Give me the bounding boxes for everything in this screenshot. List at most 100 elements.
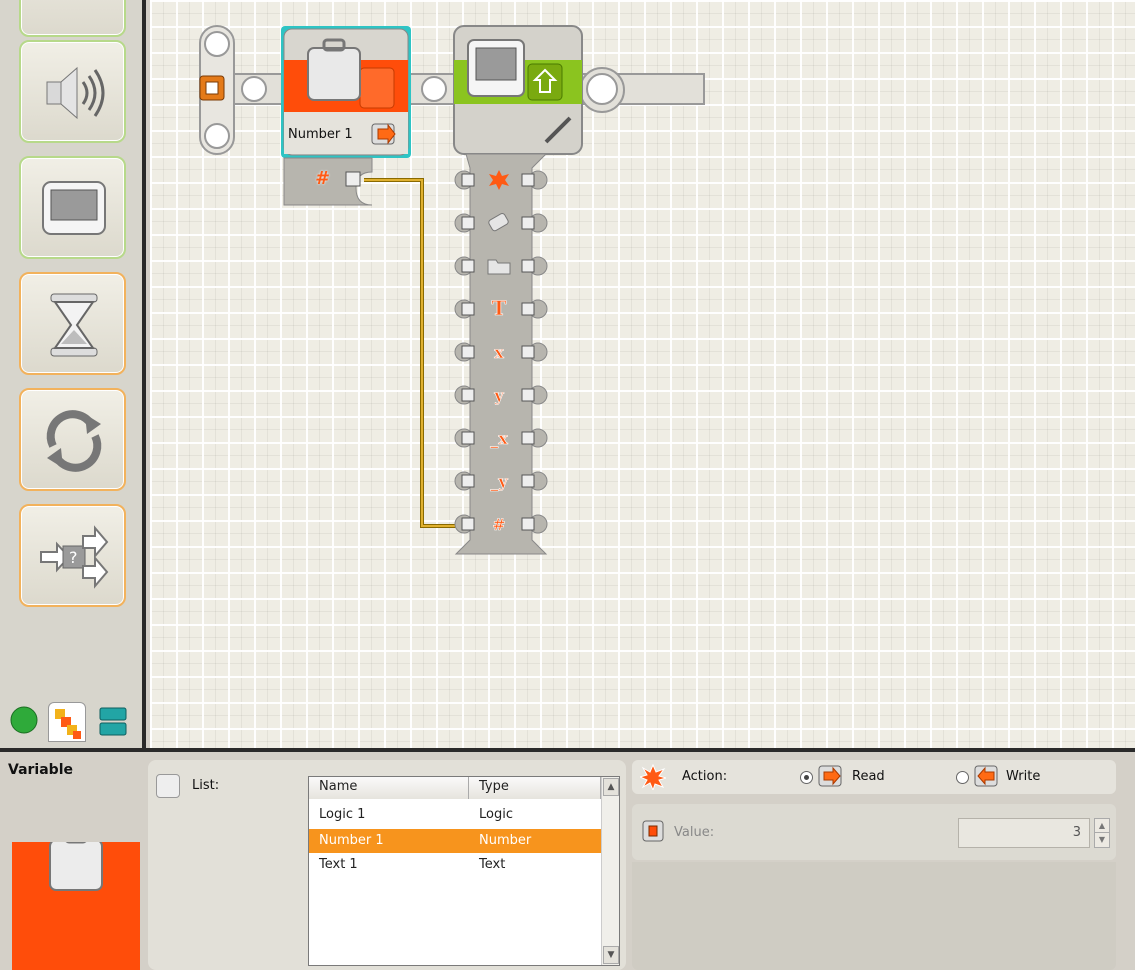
- plug-glyph-x: x: [494, 343, 504, 362]
- list-item-selected[interactable]: Number 1 Number: [309, 829, 601, 853]
- speaker-icon: [46, 66, 105, 120]
- block-palette: ?: [0, 0, 146, 748]
- action-label: Action:: [682, 769, 728, 784]
- number-plug: [345, 171, 361, 187]
- svg-text:?: ?: [69, 548, 78, 567]
- write-radio[interactable]: [956, 771, 969, 784]
- output-plug: [521, 474, 535, 488]
- output-plug: [521, 388, 535, 402]
- action-burst-icon: [640, 764, 666, 790]
- output-plug: [521, 431, 535, 445]
- config-empty-area: [632, 862, 1116, 970]
- value-label: Value:: [674, 825, 715, 840]
- palette-wait-block[interactable]: [19, 272, 126, 375]
- input-plug: [461, 173, 475, 187]
- value-input[interactable]: 3: [958, 818, 1090, 848]
- list-section: List: Name Type Logic 1 Logic Number 1 N…: [148, 760, 626, 970]
- tab-common-palette[interactable]: [6, 702, 44, 742]
- plug-glyph-y: y: [493, 386, 504, 405]
- read-arrow-icon: [818, 765, 842, 787]
- scroll-down-button[interactable]: ▼: [603, 946, 619, 964]
- output-plug: [521, 345, 535, 359]
- item-type: Number: [479, 833, 532, 848]
- input-plug: [461, 517, 475, 531]
- beam-end-connector: [586, 73, 618, 105]
- item-type: Logic: [479, 807, 513, 822]
- list-item[interactable]: Logic 1 Logic: [309, 803, 601, 827]
- hourglass-icon: [50, 293, 98, 357]
- list-header: Name Type: [309, 777, 601, 799]
- palette-sound-block[interactable]: [19, 40, 126, 143]
- hub-plug-y[interactable]: y: [454, 385, 548, 405]
- configuration-panel: Variable List: Name Type Logic 1 Logic N…: [0, 748, 1135, 970]
- list-label: List:: [192, 778, 220, 793]
- plug-glyph-T: T: [492, 296, 507, 320]
- item-name: Logic 1: [319, 807, 366, 822]
- write-arrow-icon: [974, 765, 998, 787]
- hub-plug-x[interactable]: _x: [454, 428, 548, 448]
- action-section: Action: Read Write: [632, 760, 1116, 794]
- write-label[interactable]: Write: [1006, 769, 1040, 784]
- palette-display-block[interactable]: [19, 156, 126, 259]
- list-item[interactable]: Text 1 Text: [309, 853, 601, 877]
- hub-plug-#[interactable]: #: [454, 514, 548, 534]
- program-diagram: Tx y _x _y #: [199, 25, 705, 555]
- input-plug: [461, 302, 475, 316]
- nxt-g-editor: ? T x y _x _y # Number 1 # Variable List…: [0, 0, 1135, 970]
- column-header-name[interactable]: Name: [309, 777, 469, 799]
- hub-plug-T[interactable]: T: [454, 296, 548, 320]
- spin-down-button[interactable]: ▼: [1095, 833, 1109, 847]
- item-type: Text: [479, 857, 506, 872]
- start-point[interactable]: [199, 25, 235, 155]
- input-plug: [461, 216, 475, 230]
- plug-glyph-_y: _y: [490, 472, 508, 491]
- palette-item-top[interactable]: [19, 0, 126, 37]
- list-scrollbar[interactable]: ▲ ▼: [601, 777, 619, 965]
- program-canvas[interactable]: Tx y _x _y # Number 1 #: [150, 0, 1135, 748]
- output-plug: [521, 517, 535, 531]
- spin-up-button[interactable]: ▲: [1095, 819, 1109, 833]
- custom-palette-icon: [99, 707, 127, 736]
- item-name: Number 1: [319, 833, 384, 848]
- variable-block-label: Number 1: [288, 127, 353, 142]
- list-icon: [156, 774, 180, 798]
- palette-tabs: [6, 702, 141, 742]
- green-circle-icon: [10, 706, 38, 734]
- switch-icon: ?: [40, 525, 109, 589]
- value-section: Value: 3 ▲ ▼: [632, 804, 1116, 860]
- plug-glyph-_x: _x: [490, 429, 508, 448]
- palette-switch-block[interactable]: ?: [19, 504, 126, 607]
- block-type-title: Variable: [8, 762, 73, 778]
- tab-custom-palette[interactable]: [92, 702, 130, 742]
- display-icon: [42, 181, 106, 235]
- plug-glyph-#: #: [492, 515, 505, 534]
- hub-plug-y[interactable]: _y: [454, 471, 548, 491]
- variable-list[interactable]: Name Type Logic 1 Logic Number 1 Number …: [308, 776, 620, 966]
- beam-connector: [241, 76, 267, 102]
- briefcase-icon: [307, 47, 361, 101]
- scroll-up-button[interactable]: ▲: [603, 778, 619, 796]
- value-plug-icon: [642, 820, 664, 842]
- output-plug: [521, 216, 535, 230]
- loop-icon: [46, 410, 102, 472]
- palette-loop-block[interactable]: [19, 388, 126, 491]
- input-plug: [461, 474, 475, 488]
- complete-palette-icon: [55, 709, 81, 739]
- input-plug: [461, 259, 475, 273]
- item-name: Text 1: [319, 857, 358, 872]
- input-plug: [461, 345, 475, 359]
- value-spinner[interactable]: ▲ ▼: [1094, 818, 1110, 848]
- column-header-type[interactable]: Type: [469, 777, 601, 799]
- output-plug: [521, 259, 535, 273]
- data-wire: [364, 179, 468, 527]
- read-label[interactable]: Read: [852, 769, 885, 784]
- read-radio[interactable]: [800, 771, 813, 784]
- briefcase-icon: [49, 828, 103, 891]
- variable-plug-symbol: #: [315, 168, 328, 189]
- input-plug: [461, 431, 475, 445]
- tab-complete-palette[interactable]: [48, 702, 86, 742]
- output-plug: [521, 173, 535, 187]
- input-plug: [461, 388, 475, 402]
- variable-block-preview: [12, 828, 140, 970]
- hub-plug-x[interactable]: x: [454, 342, 548, 362]
